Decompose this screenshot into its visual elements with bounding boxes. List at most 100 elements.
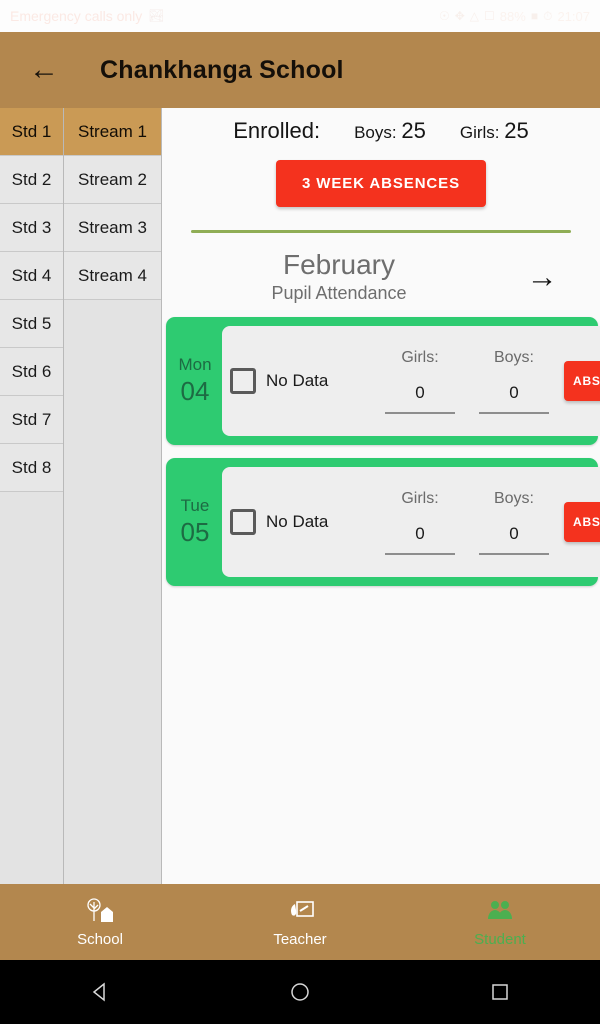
nav-label: Student xyxy=(474,931,526,948)
sidebar-item-std-6[interactable]: Std 6 xyxy=(0,348,63,396)
tree-house-icon xyxy=(84,896,116,926)
page-title: Chankhanga School xyxy=(100,55,344,84)
status-bar-left: Emergency calls only 🏞 xyxy=(10,8,165,24)
girls-attendance-input[interactable] xyxy=(385,382,455,414)
girls-attendance-input[interactable] xyxy=(385,523,455,555)
no-data-toggle[interactable]: No Data xyxy=(230,368,370,394)
girls-field-label: Girls: xyxy=(401,489,439,507)
month-subtitle: Pupil Attendance xyxy=(271,283,407,303)
carrier-text: Emergency calls only xyxy=(10,8,143,24)
checkbox-unchecked-icon[interactable] xyxy=(230,368,256,394)
sidebar-item-stream-1[interactable]: Stream 1 xyxy=(64,108,161,156)
bottom-navigation: School Teacher Student xyxy=(0,884,600,960)
day-date: 05 xyxy=(180,517,210,547)
triangle-back-icon[interactable] xyxy=(70,972,130,1012)
sidebar-item-std-3[interactable]: Std 3 xyxy=(0,204,63,252)
nav-item-school[interactable]: School xyxy=(0,884,200,960)
app-bar: ← Chankhanga School xyxy=(0,32,600,108)
no-data-toggle[interactable]: No Data xyxy=(230,509,370,535)
sidebar-item-stream-3[interactable]: Stream 3 xyxy=(64,204,161,252)
sidebar-item-label: Std 2 xyxy=(11,169,52,189)
sidebar-item-std-7[interactable]: Std 7 xyxy=(0,396,63,444)
girls-count: 25 xyxy=(504,118,529,143)
stream-column-filler xyxy=(64,300,161,908)
system-navigation-bar xyxy=(0,960,600,1024)
location-icon: ☉ xyxy=(438,9,450,23)
attendance-fields: No Data Girls: Boys: ABSENTEES xyxy=(222,467,600,577)
attendance-fields: No Data Girls: Boys: ABSENTEES xyxy=(222,326,600,436)
absentees-button[interactable]: ABSENTEES xyxy=(564,502,600,542)
nav-item-student[interactable]: Student xyxy=(400,884,600,960)
app-screen: Emergency calls only 🏞 ☉ ✥ △ ☐ 88% ■ ⏱ 2… xyxy=(0,0,600,1024)
boys-attendance-input[interactable] xyxy=(479,382,549,414)
day-of-week: Mon xyxy=(178,355,212,374)
shield-icon: 🏞 xyxy=(148,8,165,23)
absentees-button[interactable]: ABSENTEES xyxy=(564,361,600,401)
boys-field-label: Boys: xyxy=(493,348,534,366)
sidebar-item-stream-4[interactable]: Stream 4 xyxy=(64,252,161,300)
attendance-day-card: Tue 05 No Data Girls: Boys: xyxy=(166,458,600,586)
clock-time: 21:07 xyxy=(557,8,590,24)
sidebar-item-label: Stream 1 xyxy=(78,121,147,141)
sidebar-item-label: Std 4 xyxy=(11,265,52,285)
nav-item-teacher[interactable]: Teacher xyxy=(200,884,400,960)
arrow-left-icon[interactable]: ← xyxy=(22,48,66,92)
sidebar-item-std-2[interactable]: Std 2 xyxy=(0,156,63,204)
girls-enrolled: Girls: 25 xyxy=(460,118,529,144)
boys-label: Boys: xyxy=(354,123,397,142)
main-pane: Enrolled: Boys: 25 Girls: 25 3 WEEK ABSE… xyxy=(162,108,600,908)
sidebar-item-label: Std 3 xyxy=(11,217,52,237)
square-recents-icon[interactable] xyxy=(470,972,530,1012)
boys-field-group: Boys: xyxy=(470,349,558,414)
month-title-block: February Pupil Attendance xyxy=(162,249,516,304)
sidebar-item-label: Std 7 xyxy=(11,409,52,429)
standard-column: Std 1 Std 2 Std 3 Std 4 Std 5 Std 6 Std … xyxy=(0,108,64,908)
sidebar-item-label: Stream 4 xyxy=(78,265,147,285)
boys-enrolled: Boys: 25 xyxy=(354,118,426,144)
sidebar-item-label: Stream 2 xyxy=(78,169,147,189)
sim-icon: ☐ xyxy=(484,9,495,23)
no-data-label: No Data xyxy=(266,371,329,390)
enrolled-summary: Enrolled: Boys: 25 Girls: 25 xyxy=(162,108,600,144)
girls-field-label: Girls: xyxy=(401,348,439,366)
arrow-right-icon[interactable]: → xyxy=(516,251,568,303)
battery-percent: 88% xyxy=(499,8,526,24)
month-name: February xyxy=(282,249,396,280)
nav-label: Teacher xyxy=(273,931,327,948)
girls-label: Girls: xyxy=(459,123,500,142)
sidebar-item-label: Std 6 xyxy=(11,361,52,381)
boys-attendance-input[interactable] xyxy=(479,523,549,555)
battery-icon: ■ xyxy=(530,9,539,23)
checkbox-unchecked-icon[interactable] xyxy=(230,509,256,535)
students-icon xyxy=(484,896,516,926)
day-label: Tue 05 xyxy=(170,463,220,581)
sidebar-item-label: Std 8 xyxy=(11,457,52,477)
stream-column: Stream 1 Stream 2 Stream 3 Stream 4 xyxy=(64,108,162,908)
nav-label: School xyxy=(77,931,123,948)
circle-home-icon[interactable] xyxy=(270,972,330,1012)
boys-count: 25 xyxy=(401,118,426,143)
sidebar-item-stream-2[interactable]: Stream 2 xyxy=(64,156,161,204)
chalkboard-icon xyxy=(284,896,316,926)
sidebar-item-label: Std 5 xyxy=(11,313,52,333)
status-bar-right: ☉ ✥ △ ☐ 88% ■ ⏱ 21:07 xyxy=(439,9,590,24)
bluetooth-icon: ✥ xyxy=(454,9,465,23)
boys-field-label: Boys: xyxy=(493,489,534,507)
alarm-icon: ⏱ xyxy=(543,8,553,23)
sidebar-item-std-8[interactable]: Std 8 xyxy=(0,444,63,492)
sidebar-item-std-4[interactable]: Std 4 xyxy=(0,252,63,300)
sidebar-item-std-5[interactable]: Std 5 xyxy=(0,300,63,348)
day-label: Mon 04 xyxy=(170,322,220,440)
month-header: February Pupil Attendance → xyxy=(162,249,600,304)
day-of-week: Tue xyxy=(180,496,210,515)
day-date: 04 xyxy=(180,376,210,406)
boys-field-group: Boys: xyxy=(470,490,558,555)
sidebar-item-std-1[interactable]: Std 1 xyxy=(0,108,63,156)
attendance-day-card: Mon 04 No Data Girls: Boys: xyxy=(166,317,600,445)
wifi-icon: △ xyxy=(469,9,480,23)
standard-column-filler xyxy=(0,492,63,908)
enrolled-label: Enrolled: xyxy=(233,118,321,143)
three-week-absences-button[interactable]: 3 WEEK ABSENCES xyxy=(276,160,486,207)
section-divider xyxy=(191,230,571,233)
status-bar: Emergency calls only 🏞 ☉ ✥ △ ☐ 88% ■ ⏱ 2… xyxy=(0,0,600,32)
